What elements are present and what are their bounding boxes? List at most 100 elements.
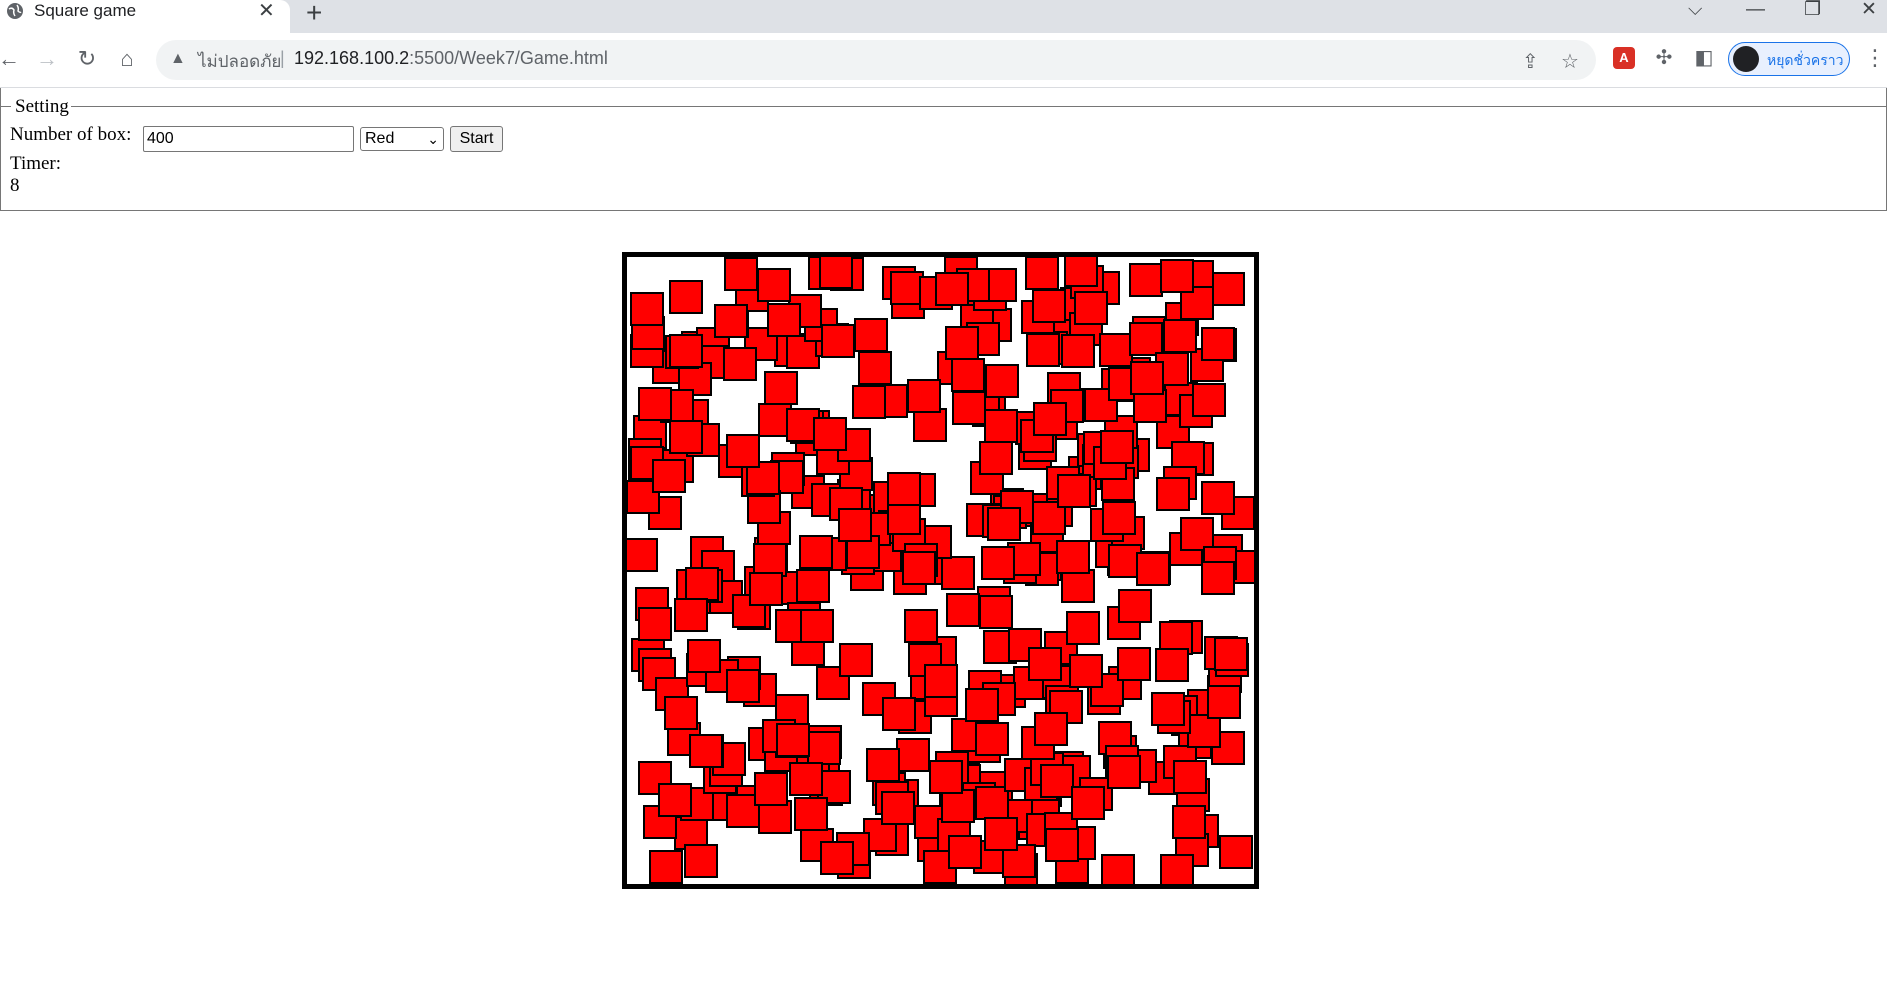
game-box[interactable] xyxy=(669,334,703,368)
game-box[interactable] xyxy=(941,556,975,590)
game-box[interactable] xyxy=(1151,692,1185,726)
game-box[interactable] xyxy=(1207,685,1241,719)
game-box[interactable] xyxy=(924,664,958,698)
game-box[interactable] xyxy=(687,639,721,673)
number-of-box-input[interactable]: 400 xyxy=(143,126,354,152)
game-box[interactable] xyxy=(820,841,854,875)
game-box[interactable] xyxy=(796,569,830,603)
game-box[interactable] xyxy=(821,324,855,358)
home-icon[interactable]: ⌂ xyxy=(114,46,140,72)
warning-icon[interactable]: ▲ xyxy=(170,50,186,68)
game-box[interactable] xyxy=(714,304,748,338)
back-icon[interactable]: ← xyxy=(0,46,22,72)
game-box[interactable] xyxy=(1101,854,1135,884)
game-box[interactable] xyxy=(764,371,798,405)
game-box[interactable] xyxy=(723,347,757,381)
share-icon[interactable]: ⇪ xyxy=(1522,49,1539,74)
game-box[interactable] xyxy=(984,817,1018,851)
game-box[interactable] xyxy=(975,722,1009,756)
color-select[interactable]: Red ⌄ xyxy=(360,127,444,151)
game-box[interactable] xyxy=(907,379,941,413)
game-box[interactable] xyxy=(887,501,921,535)
tab-square-game[interactable]: Square game ✕ xyxy=(0,0,290,33)
game-box[interactable] xyxy=(794,797,828,831)
game-box[interactable] xyxy=(1136,552,1170,586)
game-box[interactable] xyxy=(1129,263,1163,297)
new-tab-button[interactable]: + xyxy=(306,0,322,29)
game-box[interactable] xyxy=(854,318,888,352)
game-box[interactable] xyxy=(1069,654,1103,688)
game-box[interactable] xyxy=(1160,259,1194,293)
game-box[interactable] xyxy=(1130,361,1164,395)
game-box[interactable] xyxy=(945,326,979,360)
game-box[interactable] xyxy=(941,789,975,823)
game-box[interactable] xyxy=(929,760,963,794)
game-box[interactable] xyxy=(724,257,758,291)
game-box[interactable] xyxy=(658,783,692,817)
game-box[interactable] xyxy=(858,351,892,385)
game-box[interactable] xyxy=(1214,637,1248,671)
game-box[interactable] xyxy=(800,609,834,643)
game-box[interactable] xyxy=(1129,322,1163,356)
game-box[interactable] xyxy=(638,387,672,421)
minimize-button[interactable]: — xyxy=(1746,0,1765,20)
game-box[interactable] xyxy=(1107,755,1141,789)
game-box[interactable] xyxy=(902,551,936,585)
game-box[interactable] xyxy=(896,738,930,772)
game-box[interactable] xyxy=(813,417,847,451)
game-box[interactable] xyxy=(946,593,980,627)
extensions-icon[interactable]: ✣ xyxy=(1651,45,1677,71)
game-box[interactable] xyxy=(839,643,873,677)
game-box[interactable] xyxy=(1100,430,1134,464)
game-box[interactable] xyxy=(1066,611,1100,645)
game-box[interactable] xyxy=(789,762,823,796)
game-box[interactable] xyxy=(887,472,921,506)
game-box[interactable] xyxy=(948,835,982,869)
game-box[interactable] xyxy=(754,772,788,806)
game-box[interactable] xyxy=(951,358,985,392)
game-box[interactable] xyxy=(981,546,1015,580)
game-box[interactable] xyxy=(1118,589,1152,623)
game-box[interactable] xyxy=(776,723,810,757)
game-box[interactable] xyxy=(689,734,723,768)
game-box[interactable] xyxy=(1040,764,1074,798)
game-box[interactable] xyxy=(1102,501,1136,535)
restore-button[interactable]: ❐ xyxy=(1804,0,1821,20)
game-box[interactable] xyxy=(1187,714,1221,748)
game-box[interactable] xyxy=(1192,383,1226,417)
tab-search-icon[interactable]: ⌵ xyxy=(1688,0,1702,20)
game-box[interactable] xyxy=(1211,272,1245,306)
window-close-button[interactable]: ✕ xyxy=(1861,0,1877,20)
game-box[interactable] xyxy=(1160,854,1194,884)
game-box[interactable] xyxy=(1028,647,1062,681)
game-box[interactable] xyxy=(985,364,1019,398)
game-box[interactable] xyxy=(1156,477,1190,511)
game-box[interactable] xyxy=(984,409,1018,443)
game-box[interactable] xyxy=(669,280,703,314)
game-box[interactable] xyxy=(1026,333,1060,367)
game-box[interactable] xyxy=(767,303,801,337)
game-box[interactable] xyxy=(649,850,683,884)
address-bar[interactable]: ▲ ไม่ปลอดภัย | 192.168.100.2:5500/Week7/… xyxy=(156,40,1596,80)
game-box[interactable] xyxy=(726,434,760,468)
game-box[interactable] xyxy=(674,598,708,632)
game-box[interactable] xyxy=(1201,561,1235,595)
game-box[interactable] xyxy=(881,791,915,825)
game-box[interactable] xyxy=(664,696,698,730)
game-box[interactable] xyxy=(652,459,686,493)
game-box[interactable] xyxy=(1172,805,1206,839)
game-box[interactable] xyxy=(1099,333,1133,367)
game-box[interactable] xyxy=(638,607,672,641)
game-box[interactable] xyxy=(1074,291,1108,325)
game-box[interactable] xyxy=(882,697,916,731)
pdf-extension-icon[interactable]: A xyxy=(1613,47,1635,69)
game-box[interactable] xyxy=(1061,569,1095,603)
game-box[interactable] xyxy=(1056,540,1090,574)
game-box[interactable] xyxy=(627,538,658,572)
url-text[interactable]: 192.168.100.2:5500/Week7/Game.html xyxy=(294,48,608,69)
forward-icon[interactable]: → xyxy=(34,46,60,72)
game-box[interactable] xyxy=(1045,828,1079,862)
game-box[interactable] xyxy=(1173,760,1207,794)
game-box[interactable] xyxy=(807,731,841,765)
game-box[interactable] xyxy=(757,268,791,302)
